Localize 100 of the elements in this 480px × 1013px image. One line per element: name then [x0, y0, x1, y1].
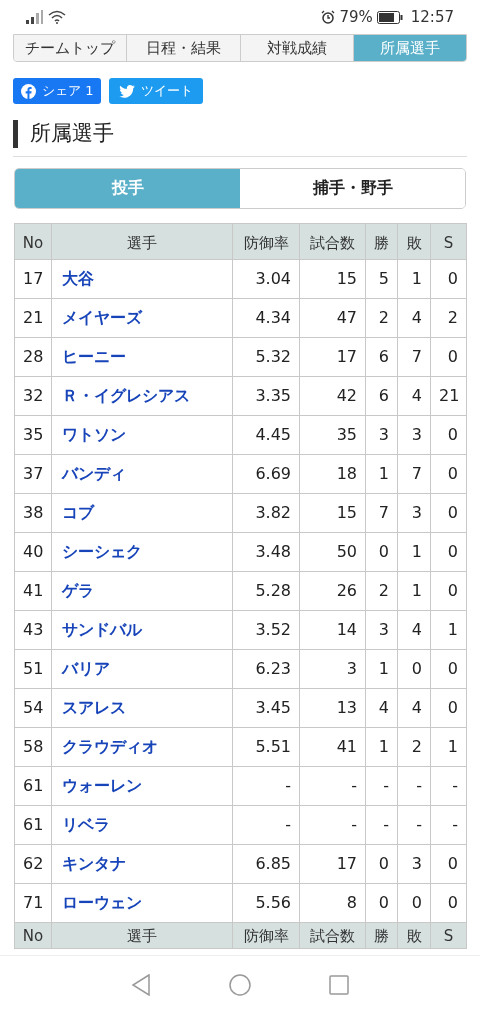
bird-icon — [119, 84, 136, 98]
table-cell: 43 — [14, 610, 52, 649]
table-cell: - — [365, 805, 398, 844]
table-cell: 3 — [365, 415, 398, 454]
table-cell: 18 — [299, 454, 366, 493]
table-cell: 4 — [397, 610, 431, 649]
table-cell: 5.32 — [232, 337, 300, 376]
table-cell: 58 — [14, 727, 52, 766]
table-cell: 28 — [14, 337, 52, 376]
player-name-link[interactable]: ワトソン — [51, 415, 233, 454]
player-name-link[interactable]: 大谷 — [51, 259, 233, 298]
table-cell: 3.45 — [232, 688, 300, 727]
table-cell: 47 — [299, 298, 366, 337]
table-cell: 21 — [430, 376, 467, 415]
table-cell: 0 — [430, 649, 467, 688]
table-cell: 1 — [365, 454, 398, 493]
column-header: S — [430, 223, 467, 259]
table-cell: 3 — [365, 610, 398, 649]
table-cell: - — [299, 805, 366, 844]
signal-icon — [26, 10, 44, 24]
player-name-link[interactable]: バンディ — [51, 454, 233, 493]
column-header: 選手 — [51, 223, 233, 259]
table-cell: 15 — [299, 493, 366, 532]
player-name-link[interactable]: ヒーニー — [51, 337, 233, 376]
table-cell: 4 — [365, 688, 398, 727]
player-name-link[interactable]: クラウディオ — [51, 727, 233, 766]
table-cell: 6 — [365, 337, 398, 376]
player-name-link[interactable]: バリア — [51, 649, 233, 688]
table-cell: 6.69 — [232, 454, 300, 493]
table-cell: 1 — [430, 727, 467, 766]
player-name-link[interactable]: リベラ — [51, 805, 233, 844]
table-cell: 26 — [299, 571, 366, 610]
table-cell: 2 — [430, 298, 467, 337]
table-cell: 7 — [397, 337, 431, 376]
table-cell: 0 — [430, 493, 467, 532]
table-cell: 17 — [299, 337, 366, 376]
alarm-icon — [321, 10, 336, 24]
table-cell: 41 — [14, 571, 52, 610]
table-cell: 7 — [365, 493, 398, 532]
facebook-icon — [21, 83, 36, 99]
table-cell: 5 — [365, 259, 398, 298]
table-cell: 62 — [14, 844, 52, 883]
column-header: 勝 — [365, 223, 398, 259]
table-cell: 5.56 — [232, 883, 300, 922]
table-cell: 7 — [397, 454, 431, 493]
player-name-link[interactable]: キンタナ — [51, 844, 233, 883]
table-cell: 0 — [430, 415, 467, 454]
table-cell: 5.28 — [232, 571, 300, 610]
table-cell: 0 — [430, 532, 467, 571]
wifi-icon — [48, 10, 66, 24]
table-cell: - — [365, 766, 398, 805]
player-name-link[interactable]: シーシェク — [51, 532, 233, 571]
player-name-link[interactable]: メイヤーズ — [51, 298, 233, 337]
facebook-share-button[interactable]: シェア 1 — [13, 78, 102, 104]
player-name-link[interactable]: Ｒ・イグレシアス — [51, 376, 233, 415]
table-cell: - — [232, 766, 300, 805]
table-cell: 5.51 — [232, 727, 300, 766]
table-cell: 3.48 — [232, 532, 300, 571]
table-cell: 0 — [430, 688, 467, 727]
player-name-link[interactable]: ウォーレン — [51, 766, 233, 805]
table-cell: 35 — [299, 415, 366, 454]
table-cell: 3 — [299, 649, 366, 688]
table-cell: - — [430, 766, 467, 805]
table-cell: - — [397, 805, 431, 844]
table-cell: 38 — [14, 493, 52, 532]
battery-percent: 79% — [339, 6, 373, 28]
nav-tab[interactable]: 日程・結果 — [127, 35, 241, 61]
player-name-link[interactable]: サンドバル — [51, 610, 233, 649]
table-cell: 1 — [397, 532, 431, 571]
player-name-link[interactable]: コブ — [51, 493, 233, 532]
nav-tab[interactable]: 対戦成績 — [240, 35, 354, 61]
table-cell: 0 — [430, 259, 467, 298]
recents-icon[interactable] — [329, 974, 349, 995]
table-cell: 3 — [397, 844, 431, 883]
table-cell: 0 — [397, 883, 431, 922]
table-cell: 37 — [14, 454, 52, 493]
table-cell: 51 — [14, 649, 52, 688]
table-cell: 3.04 — [232, 259, 300, 298]
nav-tab[interactable]: チームトップ — [14, 35, 128, 61]
table-cell: 4.45 — [232, 415, 300, 454]
player-name-link[interactable]: ゲラ — [51, 571, 233, 610]
section-heading: 所属選手 — [30, 120, 114, 147]
home-icon[interactable] — [229, 973, 251, 996]
table-cell: - — [232, 805, 300, 844]
heading-accent-bar — [13, 119, 18, 148]
clock-time: 12:57 — [410, 6, 454, 28]
table-cell: - — [397, 766, 431, 805]
player-name-link[interactable]: ローウェン — [51, 883, 233, 922]
table-cell: 54 — [14, 688, 52, 727]
table-cell: 6 — [365, 376, 398, 415]
table-cell: 0 — [365, 532, 398, 571]
table-cell: 8 — [299, 883, 366, 922]
table-cell: 40 — [14, 532, 52, 571]
player-name-link[interactable]: スアレス — [51, 688, 233, 727]
back-icon[interactable] — [131, 973, 151, 996]
table-cell: 2 — [365, 298, 398, 337]
table-cell: 50 — [299, 532, 366, 571]
column-header: 試合数 — [299, 223, 366, 259]
battery-icon — [376, 10, 403, 24]
table-cell: 3 — [397, 415, 431, 454]
